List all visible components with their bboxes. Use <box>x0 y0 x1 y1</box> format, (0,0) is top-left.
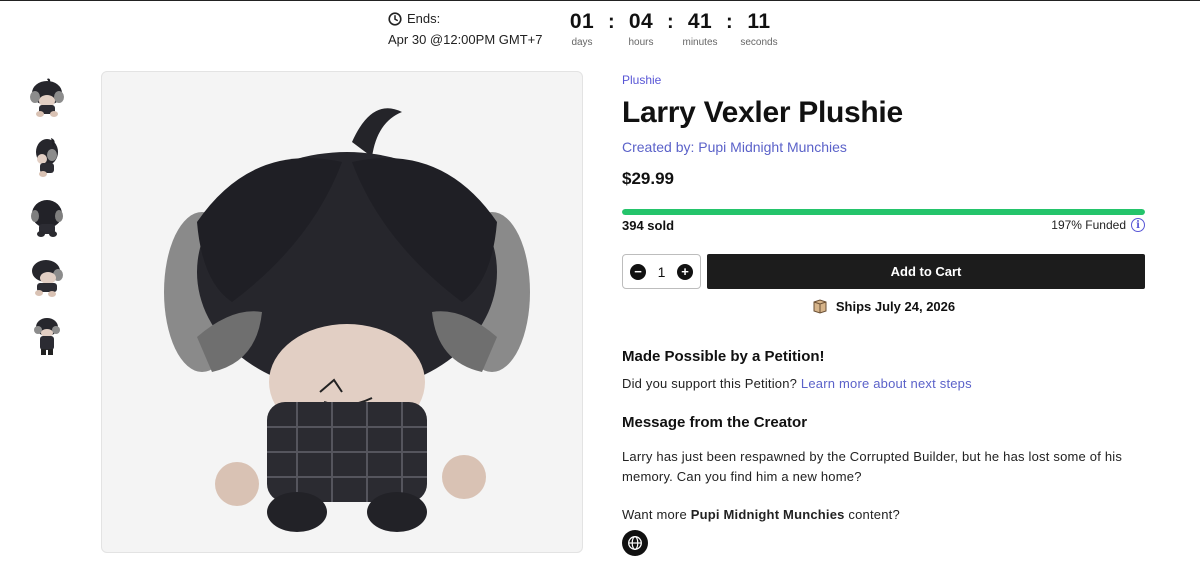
creator-message-text: Larry has just been respawned by the Cor… <box>622 449 1123 484</box>
creator-message-heading: Message from the Creator <box>622 414 808 431</box>
countdown-hours: 04 hours <box>611 10 671 48</box>
funding-progress-bar <box>622 209 1145 215</box>
days-value: 01 <box>569 10 595 33</box>
countdown-ends: Ends: Apr 30 @12:00PM GMT+7 <box>388 11 542 47</box>
box-icon <box>813 299 827 314</box>
hours-label: hours <box>628 37 654 48</box>
ship-date: Ships July 24, 2026 <box>622 298 1145 314</box>
want-more-creator: Pupi Midnight Munchies <box>690 507 845 522</box>
want-more-text: Want more Pupi Midnight Munchies content… <box>622 507 900 522</box>
plushie-thumbnail-image <box>32 260 63 297</box>
hours-value: 04 <box>628 10 654 33</box>
minutes-value: 41 <box>687 10 713 33</box>
petition-heading: Made Possible by a Petition! <box>622 348 825 365</box>
days-label: days <box>571 37 593 48</box>
plushie-image <box>164 108 530 532</box>
quantity-stepper: − 1 + <box>622 254 701 289</box>
top-divider <box>0 0 1200 1</box>
funded-label: 197% Funded <box>1051 218 1126 232</box>
ends-date: Apr 30 @12:00PM GMT+7 <box>388 32 543 47</box>
add-to-cart-button[interactable]: Add to Cart <box>707 254 1145 289</box>
countdown-days: 01 days <box>552 10 612 48</box>
website-button[interactable] <box>622 530 648 556</box>
sold-count: 394 sold <box>622 218 675 233</box>
minutes-label: minutes <box>682 37 718 48</box>
plushie-thumbnail-image <box>34 318 60 355</box>
clock-icon <box>388 11 402 26</box>
decrease-quantity-button[interactable]: − <box>630 263 646 280</box>
funded-status: 197% Funded i <box>1051 218 1145 232</box>
globe-icon <box>628 536 642 550</box>
creator-link[interactable]: Created by: Pupi Midnight Munchies <box>622 139 847 155</box>
increase-quantity-button[interactable]: + <box>676 263 693 280</box>
ship-date-label: Ships July 24, 2026 <box>835 298 956 314</box>
petition-text: Did you support this Petition? Learn mor… <box>622 376 972 391</box>
product-price: $29.99 <box>622 169 674 188</box>
thumbnail-3[interactable] <box>24 194 70 240</box>
funding-progress-fill <box>622 209 1145 215</box>
want-more-suffix: content? <box>848 507 900 522</box>
category-link[interactable]: Plushie <box>622 73 661 87</box>
want-more-prefix: Want more <box>622 507 687 522</box>
ends-label: Ends: <box>407 11 441 26</box>
thumbnail-1[interactable] <box>24 74 70 120</box>
thumbnail-5[interactable] <box>24 313 70 359</box>
plushie-thumbnail-image <box>30 78 64 117</box>
countdown-seconds: 11 seconds <box>729 10 789 48</box>
countdown-minutes: 41 minutes <box>670 10 730 48</box>
product-title: Larry Vexler Plushie <box>622 96 903 129</box>
thumbnail-4[interactable] <box>24 254 70 300</box>
learn-more-link[interactable]: Learn more about next steps <box>801 376 972 391</box>
info-icon[interactable]: i <box>1131 218 1145 232</box>
plushie-thumbnail-image <box>36 138 58 177</box>
quantity-value[interactable]: 1 <box>658 264 666 280</box>
thumbnail-2[interactable] <box>24 134 70 180</box>
seconds-value: 11 <box>747 10 771 33</box>
plushie-thumbnail-image <box>31 200 63 237</box>
seconds-label: seconds <box>740 37 778 48</box>
petition-question: Did you support this Petition? <box>622 376 798 391</box>
product-main-image[interactable] <box>101 71 583 553</box>
